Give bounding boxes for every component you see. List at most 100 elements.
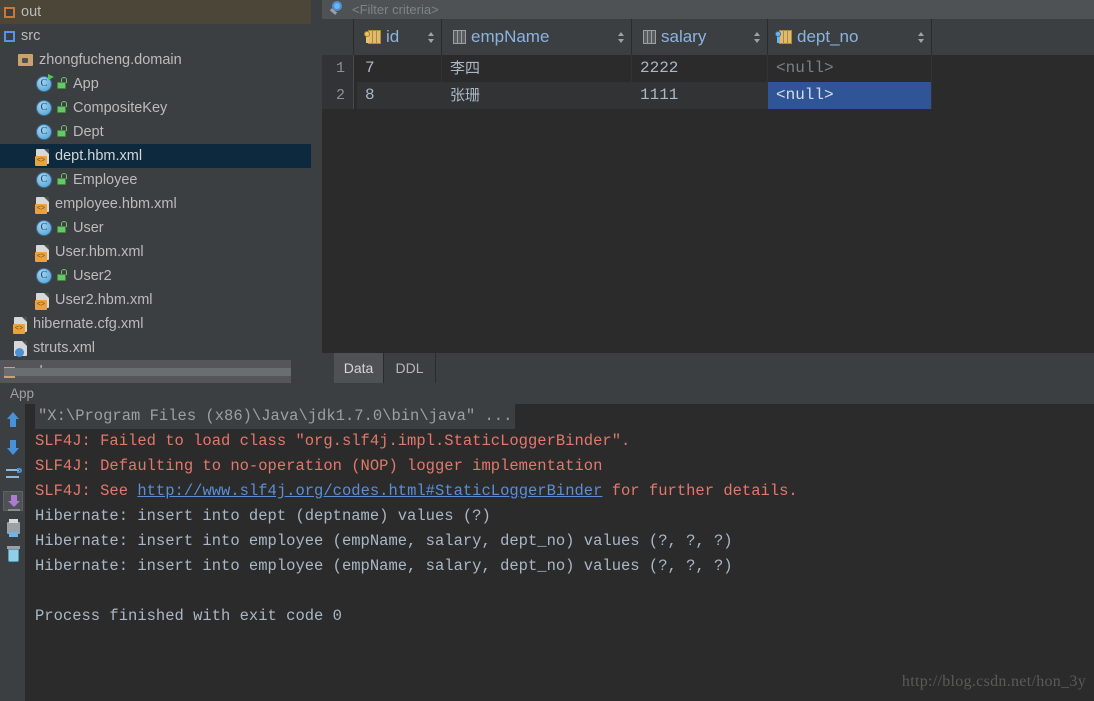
grid-tab-data[interactable]: Data [334,353,384,383]
tree-horizontal-scrollbar-thumb[interactable] [4,368,291,376]
soft-wrap-icon[interactable] [3,464,23,484]
tree-item-user[interactable]: C User [0,216,311,240]
grid-cell-empName[interactable]: 张珊 [442,82,632,109]
tree-item-label: Employee [73,172,138,189]
sort-arrows-icon[interactable] [918,32,925,43]
java-class-icon: C [36,124,52,141]
tree-item-dept-hbm-xml[interactable]: dept.hbm.xml [0,144,311,168]
console-toolbar[interactable] [0,404,26,701]
tree-item-hibernate-cfg-xml[interactable]: hibernate.cfg.xml [0,312,311,336]
foreign-key-column-icon [775,29,792,44]
tree-item-label: User.hbm.xml [55,244,144,261]
tree-item-label: User2 [73,268,112,285]
java-class-icon: C [36,100,52,117]
tree-item-struts-xml[interactable]: struts.xml [0,336,311,360]
run-console-panel: App "X:\Program Files (x86)\Java\jdk1.7.… [0,383,1094,701]
tree-item-user2-hbm-xml[interactable]: User2.hbm.xml [0,288,311,312]
grid-cell-salary[interactable]: 1111 [632,82,768,109]
grid-row[interactable]: 1 7 李四 2222 <null> [322,55,1094,82]
tree-item-dept[interactable]: C Dept [0,120,311,144]
tree-item-label: dept.hbm.xml [55,148,143,165]
xml-file-icon [35,196,49,214]
tree-item-app[interactable]: C App [0,72,311,96]
grid-cell-empName[interactable]: 李四 [442,55,632,82]
sort-arrows-icon[interactable] [618,32,625,43]
package-folder-icon [18,54,33,67]
column-icon [450,29,466,44]
grid-cell-id[interactable]: 8 [357,82,442,109]
tree-item-label: employee.hbm.xml [55,196,177,213]
project-tree-panel[interactable]: out src zhongfucheng.domain C App C CompositeK… [0,0,322,383]
tree-item-employee-hbm-xml[interactable]: employee.hbm.xml [0,192,311,216]
tree-item-out[interactable]: out [0,0,311,24]
console-line: Hibernate: insert into dept (deptname) v… [35,507,491,525]
column-icon [640,29,656,44]
tree-item-label: out [21,4,42,21]
tree-item-label: App [73,76,99,93]
console-line: "X:\Program Files (x86)\Java\jdk1.7.0\bi… [35,404,516,429]
console-line: Hibernate: insert into employee (empName… [35,557,733,575]
grid-column-header-dept_no[interactable]: dept_no [768,19,932,55]
grid-row-number: 2 [322,82,354,109]
tree-item-label: User2.hbm.xml [55,292,153,309]
grid-row[interactable]: 2 8 张珊 1111 <null> [322,82,1094,109]
tree-vertical-scrollbar-track[interactable] [311,0,320,383]
print-icon[interactable] [3,518,23,538]
grid-column-header-salary[interactable]: salary [632,19,768,55]
console-line: Process finished with exit code 0 [35,607,342,625]
grid-cell-dept_no[interactable]: <null> [768,82,932,109]
xml-file-icon [35,148,49,166]
console-line: SLF4J: Failed to load class "org.slf4j.i… [35,432,631,450]
java-class-icon: C [36,220,52,237]
grid-cell-dept_no[interactable]: <null> [768,55,932,82]
grid-cell-id[interactable]: 7 [357,55,442,82]
tree-item-label: CompositeKey [73,100,168,117]
unlock-badge-icon [57,101,67,114]
console-title-bar: App [0,383,1094,405]
console-line: SLF4J: See http://www.slf4j.org/codes.ht… [35,479,798,504]
trash-icon[interactable] [3,545,23,565]
grid-bottom-tabs[interactable]: Data DDL [322,352,1094,384]
tree-item-user-hbm-xml[interactable]: User.hbm.xml [0,240,311,264]
tree-item-user2[interactable]: C User2 [0,264,311,288]
tree-item-label: User [73,220,104,237]
grid-column-header-empName[interactable]: empName [442,19,632,55]
console-line: Hibernate: insert into employee (empName… [35,532,733,550]
xml-file-icon [13,316,27,334]
tree-item-compositekey[interactable]: C CompositeKey [0,96,311,120]
console-line-text-tail: for further details. [602,482,798,500]
grid-column-header-row: id empName salary dept_no [322,19,1094,56]
tree-item-employee[interactable]: C Employee [0,168,311,192]
console-link[interactable]: http://www.slf4j.org/codes.html#StaticLo… [137,482,602,500]
tree-item-src[interactable]: src [0,24,311,48]
java-class-runnable-icon: C [36,74,54,93]
sort-arrows-icon[interactable] [754,32,761,43]
tree-item-label: src [21,28,41,45]
grid-cell-salary[interactable]: 2222 [632,55,768,82]
grid-row-number: 1 [322,55,354,82]
grid-column-header-id[interactable]: id [357,19,442,55]
struts-xml-file-icon [14,340,27,357]
unlock-badge-icon [57,77,67,90]
tree-item-zhongfucheng-domain[interactable]: zhongfucheng.domain [0,48,311,72]
unlock-badge-icon [57,125,67,138]
grid-tab-ddl[interactable]: DDL [384,353,436,383]
filter-input[interactable]: <Filter criteria> [352,0,439,19]
search-icon[interactable] [329,1,346,17]
watermark-text: http://blog.csdn.net/hon_3y [901,673,1086,690]
arrow-down-icon[interactable] [3,437,23,457]
tree-item-label: struts.xml [33,340,96,357]
grid-column-header-label: salary [661,27,707,46]
tree-item-label: zhongfucheng.domain [39,52,182,69]
database-data-panel: <Filter criteria> id empName salary dept_no… [322,0,1094,383]
arrow-up-icon[interactable] [3,410,23,430]
filter-bar[interactable]: <Filter criteria> [322,0,1094,20]
console-output[interactable]: "X:\Program Files (x86)\Java\jdk1.7.0\bi… [26,404,1094,701]
java-class-icon: C [36,268,52,285]
scroll-to-end-icon[interactable] [3,491,23,511]
tree-item-label: Dept [73,124,104,141]
console-line: SLF4J: Defaulting to no-operation (NOP) … [35,457,603,475]
grid-column-header-label: id [386,27,400,46]
sort-arrows-icon[interactable] [428,32,435,43]
ide-window: out src zhongfucheng.domain C App C CompositeK… [0,0,1094,701]
